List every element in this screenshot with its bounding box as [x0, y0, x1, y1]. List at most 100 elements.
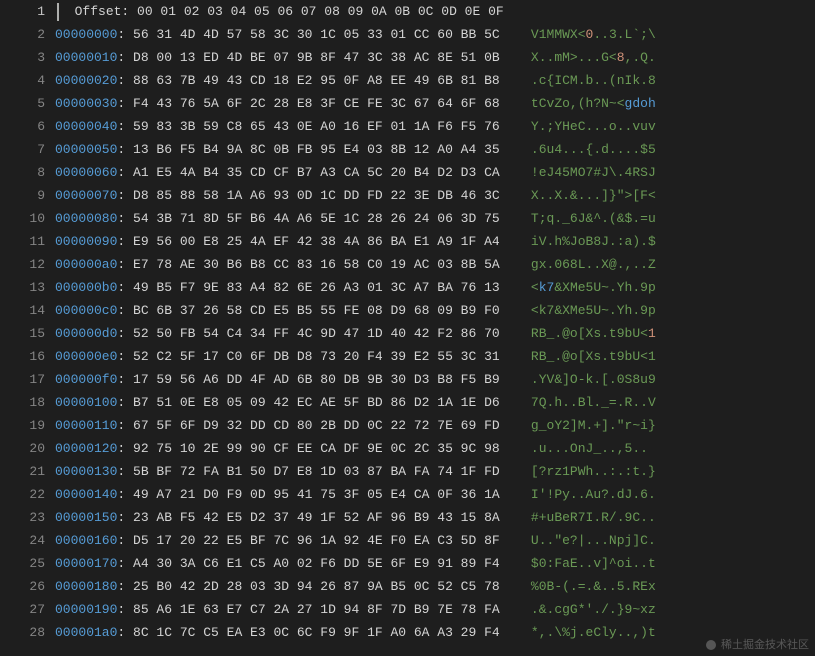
row-hex: E7 78 AE 30 B6 B8 CC 83 16 58 C0 19 AC 0…	[133, 257, 500, 272]
row-hex: 5B BF 72 FA B1 50 D7 E8 1D 03 87 BA FA 7…	[133, 464, 500, 479]
row-hex: B7 51 0E E8 05 09 42 EC AE 5F BD 86 D2 1…	[133, 395, 500, 410]
row-hex: 23 AB F5 42 E5 D2 37 49 1F 52 AF 96 B9 4…	[133, 510, 500, 525]
line-number: 16	[0, 345, 45, 368]
row-ascii: T;q._6J&^.(&$.=u	[531, 211, 656, 226]
header-columns: 00 01 02 03 04 05 06 07 08 09 0A 0B 0C 0…	[137, 4, 504, 19]
row-offset: 00000080	[55, 211, 117, 226]
row-ascii: #+uBeR7I.R/.9C..	[531, 510, 656, 525]
row-hex: 49 B5 F7 9E 83 A4 82 6E 26 A3 01 3C A7 B…	[133, 280, 500, 295]
line-number: 20	[0, 437, 45, 460]
row-ascii: V1MMWX<0..3.L`;\	[531, 27, 656, 42]
hex-editor: 1234567891011121314151617181920212223242…	[0, 0, 815, 644]
row-offset: 00000090	[55, 234, 117, 249]
row-offset: 00000110	[55, 418, 117, 433]
row-ascii: <k7&XMe5U~.Yh.9p	[531, 303, 656, 318]
line-number: 5	[0, 92, 45, 115]
hex-row: 00000130: 5B BF 72 FA B1 50 D7 E8 1D 03 …	[55, 460, 815, 483]
row-ascii: .u...OnJ_..,5..	[531, 441, 648, 456]
hex-row: 000000a0: E7 78 AE 30 B6 B8 CC 83 16 58 …	[55, 253, 815, 276]
row-ascii: $0:FaE..v]^oi..t	[531, 556, 656, 571]
row-hex: 25 B0 42 2D 28 03 3D 94 26 87 9A B5 0C 5…	[133, 579, 500, 594]
line-number: 1	[0, 0, 45, 23]
line-number: 11	[0, 230, 45, 253]
watermark: 稀土掘金技术社区	[705, 636, 809, 652]
row-offset: 000000f0	[55, 372, 117, 387]
row-hex: 56 31 4D 4D 57 58 3C 30 1C 05 33 01 CC 6…	[133, 27, 500, 42]
row-ascii: .&.cgG*'./.}9~xz	[531, 602, 656, 617]
line-number: 10	[0, 207, 45, 230]
row-hex: 59 83 3B 59 C8 65 43 0E A0 16 EF 01 1A F…	[133, 119, 500, 134]
line-number: 4	[0, 69, 45, 92]
hex-row: 000000d0: 52 50 FB 54 C4 34 FF 4C 9D 47 …	[55, 322, 815, 345]
hex-row: 000000b0: 49 B5 F7 9E 83 A4 82 6E 26 A3 …	[55, 276, 815, 299]
hex-row: 00000000: 56 31 4D 4D 57 58 3C 30 1C 05 …	[55, 23, 815, 46]
line-number: 2	[0, 23, 45, 46]
hex-row: 00000060: A1 E5 4A B4 35 CD CF B7 A3 CA …	[55, 161, 815, 184]
header-row: Offset: 00 01 02 03 04 05 06 07 08 09 0A…	[55, 0, 815, 23]
hex-row: 00000150: 23 AB F5 42 E5 D2 37 49 1F 52 …	[55, 506, 815, 529]
row-offset: 00000020	[55, 73, 117, 88]
hex-row: 000000f0: 17 59 56 A6 DD 4F AD 6B 80 DB …	[55, 368, 815, 391]
row-hex: 49 A7 21 D0 F9 0D 95 41 75 3F 05 E4 CA 0…	[133, 487, 500, 502]
hex-row: 00000020: 88 63 7B 49 43 CD 18 E2 95 0F …	[55, 69, 815, 92]
row-hex: 13 B6 F5 B4 9A 8C 0B FB 95 E4 03 8B 12 A…	[133, 142, 500, 157]
row-ascii: RB_.@o[Xs.t9bU<1	[531, 326, 656, 341]
hex-row: 00000140: 49 A7 21 D0 F9 0D 95 41 75 3F …	[55, 483, 815, 506]
row-offset: 00000120	[55, 441, 117, 456]
line-number: 6	[0, 115, 45, 138]
row-ascii: RB_.@o[Xs.t9bU<1	[531, 349, 656, 364]
row-ascii: !eJ45MO7#J\.4RSJ	[531, 165, 656, 180]
row-ascii: gx.068L..X@.,..Z	[531, 257, 656, 272]
offset-label: Offset	[75, 4, 122, 19]
row-hex: BC 6B 37 26 58 CD E5 B5 55 FE 08 D9 68 0…	[133, 303, 500, 318]
row-ascii: tCvZo,(h?N~<gdoh	[531, 96, 656, 111]
hex-row: 00000100: B7 51 0E E8 05 09 42 EC AE 5F …	[55, 391, 815, 414]
row-ascii: .6u4...{.d....$5	[531, 142, 656, 157]
row-hex: 52 C2 5F 17 C0 6F DB D8 73 20 F4 39 E2 5…	[133, 349, 500, 364]
line-number: 9	[0, 184, 45, 207]
row-hex: 54 3B 71 8D 5F B6 4A A6 5E 1C 28 26 24 0…	[133, 211, 500, 226]
line-number: 26	[0, 575, 45, 598]
line-number: 3	[0, 46, 45, 69]
row-offset: 00000000	[55, 27, 117, 42]
line-number: 23	[0, 506, 45, 529]
row-offset: 00000010	[55, 50, 117, 65]
row-offset: 000000c0	[55, 303, 117, 318]
row-offset: 00000070	[55, 188, 117, 203]
hex-row: 00000070: D8 85 88 58 1A A6 93 0D 1C DD …	[55, 184, 815, 207]
row-hex: 8C 1C 7C C5 EA E3 0C 6C F9 9F 1F A0 6A A…	[133, 625, 500, 640]
row-offset: 000000a0	[55, 257, 117, 272]
hex-row: 00000160: D5 17 20 22 E5 BF 7C 96 1A 92 …	[55, 529, 815, 552]
row-offset: 00000140	[55, 487, 117, 502]
row-ascii: g_oY2]M.+]."r~i}	[531, 418, 656, 433]
row-offset: 00000180	[55, 579, 117, 594]
line-number: 12	[0, 253, 45, 276]
row-offset: 00000060	[55, 165, 117, 180]
hex-row: 00000030: F4 43 76 5A 6F 2C 28 E8 3F CE …	[55, 92, 815, 115]
line-number: 22	[0, 483, 45, 506]
row-offset: 00000190	[55, 602, 117, 617]
row-hex: 17 59 56 A6 DD 4F AD 6B 80 DB 9B 30 D3 B…	[133, 372, 500, 387]
row-hex: D8 85 88 58 1A A6 93 0D 1C DD FD 22 3E D…	[133, 188, 500, 203]
hex-row: 00000110: 67 5F 6F D9 32 DD CD 80 2B DD …	[55, 414, 815, 437]
hex-row: 00000050: 13 B6 F5 B4 9A 8C 0B FB 95 E4 …	[55, 138, 815, 161]
hex-row: 00000120: 92 75 10 2E 99 90 CF EE CA DF …	[55, 437, 815, 460]
row-ascii: [?rz1PWh..:.:t.}	[531, 464, 656, 479]
row-hex: 88 63 7B 49 43 CD 18 E2 95 0F A8 EE 49 6…	[133, 73, 500, 88]
row-hex: A4 30 3A C6 E1 C5 A0 02 F6 DD 5E 6F E9 9…	[133, 556, 500, 571]
hex-row: 00000080: 54 3B 71 8D 5F B6 4A A6 5E 1C …	[55, 207, 815, 230]
line-number: 24	[0, 529, 45, 552]
line-number: 7	[0, 138, 45, 161]
row-ascii: X..X.&...]}">[F<	[531, 188, 656, 203]
row-ascii: X..mM>...G<8,.Q.	[531, 50, 656, 65]
row-hex: D5 17 20 22 E5 BF 7C 96 1A 92 4E F0 EA C…	[133, 533, 500, 548]
row-ascii: iV.h%JoB8J.:a).$	[531, 234, 656, 249]
row-hex: E9 56 00 E8 25 4A EF 42 38 4A 86 BA E1 A…	[133, 234, 500, 249]
line-number: 19	[0, 414, 45, 437]
row-hex: 92 75 10 2E 99 90 CF EE CA DF 9E 0C 2C 3…	[133, 441, 500, 456]
row-offset: 00000130	[55, 464, 117, 479]
hex-row: 00000180: 25 B0 42 2D 28 03 3D 94 26 87 …	[55, 575, 815, 598]
line-number: 13	[0, 276, 45, 299]
hex-row: 000000e0: 52 C2 5F 17 C0 6F DB D8 73 20 …	[55, 345, 815, 368]
line-number-gutter: 1234567891011121314151617181920212223242…	[0, 0, 55, 644]
